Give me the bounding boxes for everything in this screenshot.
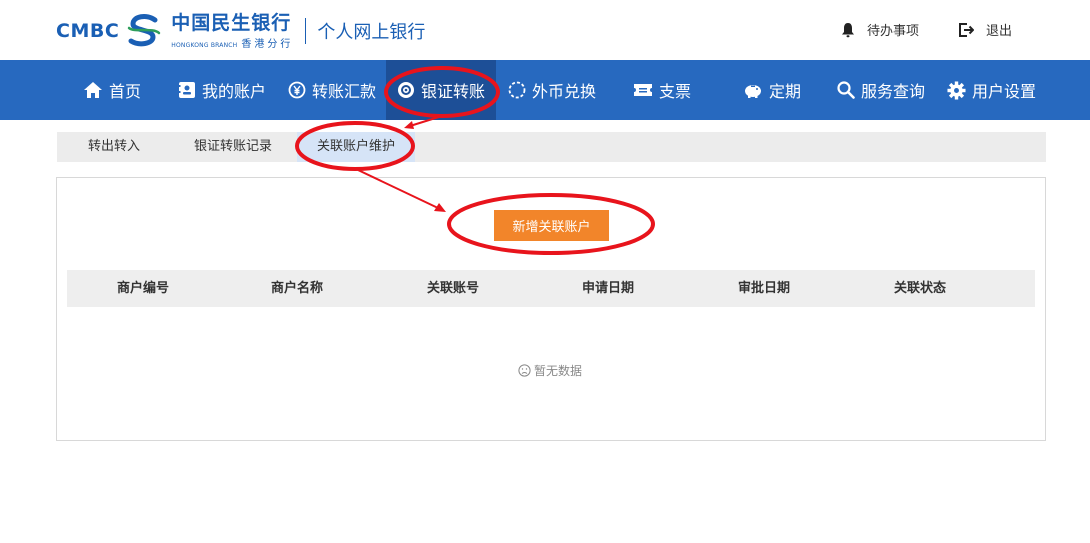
brand-branch-en: HONGKONG BRANCH — [171, 42, 238, 49]
nav-label: 银证转账 — [420, 82, 485, 101]
column-header: 关联状态 — [894, 281, 947, 296]
nav-item-fixed-deposit[interactable]: 定期 — [743, 60, 801, 120]
bell-icon — [842, 22, 854, 37]
column-header: 申请日期 — [582, 281, 635, 296]
table-header: 商户编号 商户名称 关联账号 申请日期 审批日期 关联状态 — [67, 270, 1035, 307]
column-header: 商户名称 — [271, 281, 324, 296]
nav-item-user-settings[interactable]: 用户设置 — [947, 60, 1036, 120]
cheque-icon — [634, 84, 652, 96]
nav-label: 外币兑换 — [532, 82, 597, 101]
logout-icon — [959, 22, 974, 37]
brand-branch-cn: 香港分行 — [241, 39, 294, 50]
todo-link[interactable]: 待办事项 — [841, 20, 919, 39]
empty-text: 暂无数据 — [534, 364, 583, 378]
nav-item-home[interactable]: 首页 — [83, 60, 141, 120]
search-icon — [837, 81, 855, 99]
tab-transfer-records[interactable]: 银证转账记录 — [194, 132, 272, 162]
top-header: CMBC 中国民生银行 HONGKONG BRANCH 香港分行 个人网上银行 … — [0, 0, 1090, 60]
securities-icon — [397, 82, 414, 98]
brand-en: CMBC — [56, 20, 120, 42]
nav-item-securities-transfer[interactable]: 银证转账 — [386, 60, 496, 120]
tab-transfer-in-out[interactable]: 转出转入 — [88, 132, 140, 162]
main-nav: 首页 我的账户 转账汇款 银证转账 外币兑换 支票 定期 服务查询 用户设置 — [0, 60, 1090, 120]
nav-item-transfer[interactable]: 转账汇款 — [288, 60, 376, 120]
tab-linked-account-maintenance[interactable]: 关联账户维护 — [297, 132, 415, 162]
piggy-bank-icon — [745, 84, 761, 98]
empty-state: 暂无数据 — [518, 362, 582, 379]
brand-cn: 中国民生银行 — [171, 12, 292, 34]
logout-label: 退出 — [986, 24, 1013, 39]
nav-label: 首页 — [109, 82, 142, 101]
nav-item-cheque[interactable]: 支票 — [633, 60, 691, 120]
nav-label: 支票 — [659, 82, 692, 101]
gear-icon — [947, 80, 966, 100]
product-title: 个人网上银行 — [317, 22, 426, 43]
nav-label: 服务查询 — [861, 82, 926, 101]
yen-circle-icon — [288, 81, 306, 99]
column-header: 关联账号 — [427, 281, 480, 296]
sad-face-icon — [518, 364, 531, 377]
add-linked-account-button[interactable]: 新增关联账户 — [494, 210, 609, 241]
nav-label: 转账汇款 — [312, 82, 377, 101]
nav-item-my-account[interactable]: 我的账户 — [178, 60, 266, 120]
nav-label: 我的账户 — [202, 82, 267, 101]
todo-label: 待办事项 — [867, 24, 920, 39]
column-header: 商户编号 — [117, 281, 170, 296]
nav-item-service-query[interactable]: 服务查询 — [837, 60, 925, 120]
exchange-icon — [508, 81, 526, 99]
home-icon — [84, 82, 102, 98]
logout-link[interactable]: 退出 — [958, 20, 1012, 39]
account-book-icon — [178, 82, 195, 98]
column-header: 审批日期 — [738, 281, 791, 296]
sub-tabs: 转出转入 银证转账记录 关联账户维护 — [57, 132, 1046, 162]
nav-item-fx-exchange[interactable]: 外币兑换 — [508, 60, 596, 120]
cmbc-logo-icon — [128, 14, 161, 47]
content-panel: 新增关联账户 商户编号 商户名称 关联账号 申请日期 审批日期 关联状态 暂无数… — [56, 177, 1046, 441]
bank-logo[interactable]: CMBC 中国民生银行 HONGKONG BRANCH 香港分行 个人网上银行 — [56, 10, 425, 52]
brand-divider — [305, 18, 307, 44]
nav-label: 定期 — [769, 82, 802, 101]
nav-label: 用户设置 — [972, 82, 1037, 101]
